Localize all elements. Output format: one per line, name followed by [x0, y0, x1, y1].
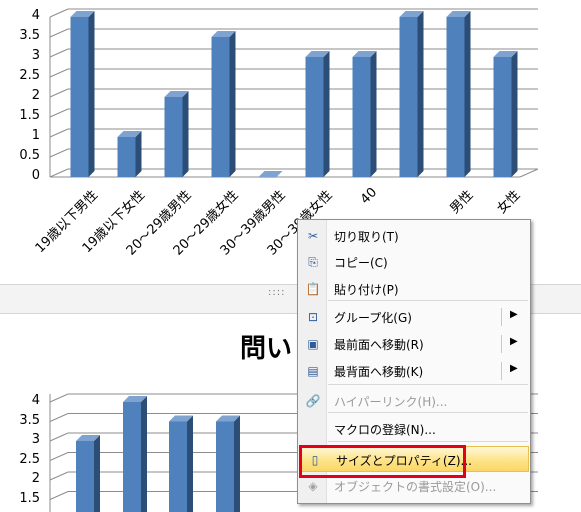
bar-side: [135, 131, 142, 177]
y-tick-label: 2: [31, 88, 40, 103]
menu-item[interactable]: ✂ 切り取り(T): [298, 223, 530, 249]
gridline-diag: [49, 432, 69, 442]
floor-right: [519, 168, 539, 178]
bar: [399, 17, 418, 177]
submenu-arrow-icon: ▶: [510, 336, 518, 347]
top-chart-bars: [70, 11, 518, 178]
gridline-diag: [49, 48, 69, 58]
bar: [76, 441, 94, 512]
submenu-divider: [501, 335, 502, 353]
menu-item[interactable]: マクロの登録(N)...: [298, 416, 530, 442]
bar: [211, 37, 230, 177]
bar: [169, 421, 187, 512]
bar: [216, 421, 234, 512]
submenu-arrow-icon: ▶: [510, 363, 518, 374]
menu-item[interactable]: ▤ 最背面へ移動(K) ▶: [298, 358, 530, 384]
y-tick-label: 3.5: [19, 412, 40, 428]
bar-side: [229, 31, 236, 177]
bar: [123, 402, 141, 512]
gridline-diag: [49, 393, 69, 403]
bar-side: [187, 415, 193, 512]
bar: [352, 57, 371, 177]
bar: [446, 17, 465, 177]
y-tick-label: 3: [31, 48, 40, 63]
bar-side: [511, 51, 518, 177]
menu-item-label: 切り取り(T): [334, 230, 399, 244]
bottom-chart-title: 問い: [240, 334, 293, 364]
gridline-diag: [49, 128, 69, 138]
bar-side: [464, 11, 471, 177]
y-tick-label: 3.5: [19, 28, 40, 43]
menu-separator: [328, 384, 528, 385]
scissors-icon: ✂: [307, 229, 319, 243]
paste-icon: 📋: [305, 282, 321, 296]
bar-side: [88, 11, 95, 177]
annotation-highlight-box: [299, 445, 466, 478]
bar-top: [258, 171, 283, 177]
gridline-diag: [49, 8, 69, 18]
gridline-diag: [49, 28, 69, 38]
y-tick-label: 2.5: [19, 451, 40, 467]
menu-item-label: ハイパーリンク(H)...: [334, 395, 448, 409]
y-tick-label: 0.5: [19, 148, 40, 163]
menu-item[interactable]: ⎘ コピー(C): [298, 249, 530, 275]
bar-side: [182, 91, 189, 177]
bring-front-icon: ▣: [307, 337, 319, 351]
y-tick-label: 0: [31, 168, 40, 183]
gridline-diag: [49, 491, 69, 500]
bar: [164, 97, 183, 177]
send-back-icon: ▤: [307, 364, 319, 378]
menu-item[interactable]: 🔗 ハイパーリンク(H)...: [298, 388, 530, 414]
y-tick-label: 1.5: [19, 490, 40, 506]
gridline-diag: [49, 471, 69, 481]
bar-side: [141, 396, 147, 512]
bar: [305, 57, 324, 177]
y-tick-label: 1: [31, 128, 40, 143]
copy-icon: ⎘: [308, 255, 318, 269]
group-icon: ⊡: [307, 310, 319, 324]
bar-side: [417, 11, 424, 177]
menu-item[interactable]: 📋 貼り付け(P): [298, 276, 530, 302]
submenu-divider: [501, 308, 502, 326]
gridline-diag: [49, 452, 69, 461]
y-tick-label: 1.5: [19, 108, 40, 123]
menu-item-label: マクロの登録(N)...: [334, 423, 436, 437]
format-object-icon: ◈: [308, 479, 318, 493]
y-tick-label: 2.5: [19, 68, 40, 83]
resize-handle[interactable]: ::::: [268, 287, 285, 298]
y-tick-label: 3: [31, 432, 40, 447]
bar-side: [370, 51, 377, 177]
bar: [258, 177, 277, 178]
bar-side: [323, 51, 330, 177]
menu-item[interactable]: ▣ 最前面へ移動(R) ▶: [298, 331, 530, 357]
gridline-diag: [49, 168, 69, 178]
gridline-diag: [49, 108, 69, 118]
bar-side: [94, 435, 100, 512]
gridline-diag: [49, 148, 69, 158]
bar-side: [234, 415, 240, 512]
y-tick-label: 2: [31, 471, 40, 486]
gridline-diag: [49, 413, 69, 422]
menu-item-label: グループ化(G): [334, 311, 412, 325]
menu-item-label: オブジェクトの書式設定(O)...: [334, 480, 497, 494]
gridline-diag: [49, 88, 69, 98]
bar: [493, 57, 512, 177]
gridline-diag: [49, 68, 69, 78]
hyperlink-icon: 🔗: [305, 394, 321, 408]
bar: [70, 17, 89, 177]
menu-item-label: 貼り付け(P): [334, 283, 399, 297]
menu-item-label: 最背面へ移動(K): [334, 365, 424, 379]
menu-item[interactable]: ⊡ グループ化(G) ▶: [298, 304, 530, 330]
bar: [117, 137, 136, 177]
y-tick-label: 4: [31, 8, 40, 23]
menu-item-label: 最前面へ移動(R): [334, 338, 424, 352]
y-tick-label: 4: [31, 393, 40, 408]
menu-item-label: コピー(C): [334, 256, 388, 270]
submenu-divider: [501, 362, 502, 380]
submenu-arrow-icon: ▶: [510, 309, 518, 320]
